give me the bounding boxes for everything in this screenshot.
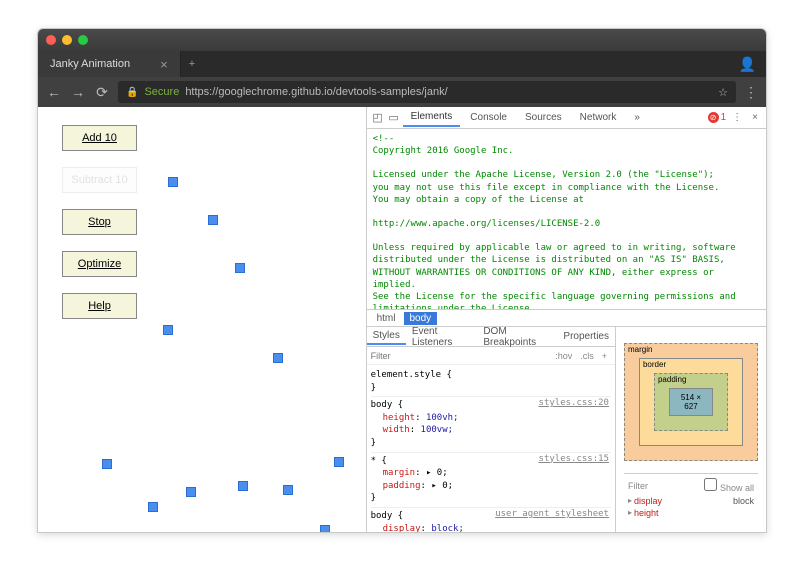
box-model-pane: margin border padding 514 × 627 Filter S… — [616, 327, 766, 532]
mover-square — [208, 215, 218, 225]
tab-properties[interactable]: Properties — [557, 329, 615, 344]
styles-filter-row: :hov .cls + — [367, 347, 615, 365]
devtools-tabbar: ◰ ▭ Elements Console Sources Network » 1… — [367, 107, 766, 129]
address-bar: ← → ⟳ 🔒 Secure https://googlechrome.gith… — [38, 77, 766, 107]
add-10-button[interactable]: Add 10 — [62, 125, 137, 151]
hov-toggle[interactable]: :hov — [555, 351, 572, 361]
tab-close-icon[interactable]: × — [160, 57, 168, 72]
titlebar — [38, 29, 766, 51]
bookmark-icon[interactable]: ☆ — [718, 86, 728, 99]
mover-square — [334, 457, 344, 467]
box-model-diagram: margin border padding 514 × 627 — [624, 343, 758, 461]
styles-filter-input[interactable] — [371, 351, 552, 361]
content-area: Add 10 Subtract 10 Stop Optimize Help ◰ … — [38, 107, 766, 532]
tab-styles[interactable]: Styles — [367, 328, 406, 345]
url-input[interactable]: 🔒 Secure https://googlechrome.github.io/… — [118, 81, 736, 103]
maximize-window-button[interactable] — [78, 35, 88, 45]
computed-pane: Filter Show all ▸displayblock ▸height — [624, 473, 758, 521]
mover-square — [186, 487, 196, 497]
devtools-menu-icon[interactable]: ⋮ — [728, 112, 746, 123]
tab-bar: Janky Animation × + 👤 — [38, 51, 766, 77]
show-all-checkbox[interactable] — [704, 478, 717, 491]
tab-more[interactable]: » — [626, 109, 648, 126]
mover-square — [235, 263, 245, 273]
tab-network[interactable]: Network — [572, 109, 625, 126]
rule-source: user agent stylesheet — [495, 508, 609, 521]
tab-elements[interactable]: Elements — [403, 108, 461, 127]
breadcrumb: html body — [367, 309, 766, 327]
device-icon[interactable]: ▭ — [387, 111, 401, 124]
subtract-10-button: Subtract 10 — [62, 167, 137, 193]
lock-icon: 🔒 — [126, 87, 138, 98]
close-window-button[interactable] — [46, 35, 56, 45]
crumb-html[interactable]: html — [371, 312, 402, 325]
rule-source[interactable]: styles.css:15 — [539, 453, 609, 466]
forward-button[interactable]: → — [70, 84, 86, 100]
secure-label: Secure — [144, 86, 179, 98]
tab-sources[interactable]: Sources — [517, 109, 570, 126]
computed-filter-label[interactable]: Filter — [628, 481, 648, 491]
mover-square — [168, 177, 178, 187]
mover-square — [148, 502, 158, 512]
add-rule-icon[interactable]: + — [602, 351, 607, 361]
mover-square — [102, 459, 112, 469]
reload-button[interactable]: ⟳ — [94, 84, 110, 101]
cls-toggle[interactable]: .cls — [580, 351, 594, 361]
tab-title: Janky Animation — [50, 58, 130, 70]
crumb-body[interactable]: body — [404, 312, 438, 325]
styles-pane: Styles Event Listeners DOM Breakpoints P… — [367, 327, 766, 532]
mover-square — [320, 525, 330, 533]
url-text: https://googlechrome.github.io/devtools-… — [185, 86, 447, 98]
back-button[interactable]: ← — [46, 84, 62, 100]
rule-source[interactable]: styles.css:20 — [539, 397, 609, 410]
minimize-window-button[interactable] — [62, 35, 72, 45]
new-tab-button[interactable]: + — [181, 51, 203, 77]
error-count[interactable]: 1 — [708, 112, 727, 123]
tab-console[interactable]: Console — [462, 109, 515, 126]
mover-square — [238, 481, 248, 491]
optimize-button[interactable]: Optimize — [62, 251, 137, 277]
incognito-icon: 👤 — [729, 51, 766, 77]
devtools-panel: ◰ ▭ Elements Console Sources Network » 1… — [366, 107, 766, 532]
devtools-close-icon[interactable]: × — [748, 112, 762, 123]
inspect-icon[interactable]: ◰ — [371, 111, 385, 124]
browser-tab[interactable]: Janky Animation × — [38, 51, 181, 77]
css-rules[interactable]: element.style {} styles.css:20 body { he… — [367, 365, 615, 532]
stop-button[interactable]: Stop — [62, 209, 137, 235]
help-button[interactable]: Help — [62, 293, 137, 319]
styles-tabs: Styles Event Listeners DOM Breakpoints P… — [367, 327, 615, 347]
mover-square — [163, 325, 173, 335]
browser-menu-icon[interactable]: ⋮ — [744, 84, 758, 101]
dom-tree[interactable]: <!--Copyright 2016 Google Inc. Licensed … — [367, 129, 766, 309]
mover-square — [273, 353, 283, 363]
mover-square — [283, 485, 293, 495]
browser-window: Janky Animation × + 👤 ← → ⟳ 🔒 Secure htt… — [37, 28, 767, 533]
page-viewport: Add 10 Subtract 10 Stop Optimize Help — [38, 107, 366, 532]
